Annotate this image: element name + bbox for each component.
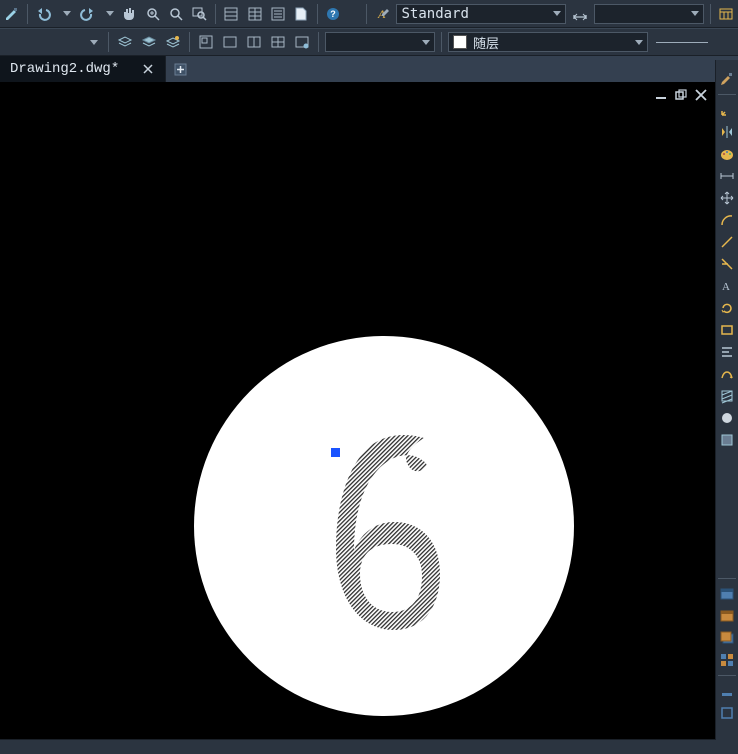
color-dropdown[interactable] <box>325 32 435 52</box>
path-icon[interactable] <box>716 363 738 385</box>
dimension-style-icon[interactable] <box>569 3 590 25</box>
text-style-icon[interactable]: A <box>372 3 393 25</box>
svg-text:?: ? <box>331 9 337 19</box>
toolbar-separator <box>317 4 318 24</box>
toolbar-separator <box>366 4 367 24</box>
block-icon[interactable] <box>716 429 738 451</box>
toolbar-separator <box>215 4 216 24</box>
tab-title: Drawing2.dwg* <box>10 61 119 77</box>
linetype-label: 随层 <box>473 33 499 52</box>
circle-fill-icon[interactable] <box>716 407 738 429</box>
toolbar-separator <box>108 32 109 52</box>
rotate-cw-icon[interactable] <box>716 297 738 319</box>
text-style-dropdown[interactable]: Standard <box>396 4 566 24</box>
status-bar <box>0 739 716 754</box>
window3-icon[interactable] <box>716 627 738 649</box>
viewport-c-icon[interactable] <box>243 31 265 53</box>
dim-style-dropdown[interactable] <box>594 4 704 24</box>
toolbar-separator <box>27 4 28 24</box>
help-icon[interactable]: ? <box>323 3 344 25</box>
sheet-icon[interactable] <box>290 3 311 25</box>
align-icon[interactable] <box>716 341 738 363</box>
table-single-icon[interactable] <box>221 3 242 25</box>
svg-text:A: A <box>722 281 730 293</box>
arc-icon[interactable] <box>716 209 738 231</box>
palette-icon[interactable] <box>716 143 738 165</box>
redo-history-dropdown[interactable] <box>100 4 116 24</box>
undo-history-dropdown[interactable] <box>57 4 73 24</box>
window2-icon[interactable] <box>716 605 738 627</box>
viewport-b-icon[interactable] <box>219 31 241 53</box>
pan-icon[interactable] <box>119 3 140 25</box>
model-space-canvas[interactable] <box>0 82 716 740</box>
list-icon[interactable] <box>267 3 288 25</box>
hatch-icon[interactable] <box>716 385 738 407</box>
lineweight-preview <box>656 42 708 43</box>
viewport-e-icon[interactable] <box>291 31 313 53</box>
minimize-all-icon[interactable] <box>716 680 738 702</box>
toolbar-separator <box>189 32 190 52</box>
app-paint-icon[interactable] <box>1 3 22 25</box>
layer-next-icon[interactable] <box>162 31 184 53</box>
document-tabs: Drawing2.dwg* <box>0 56 738 83</box>
restore-all-icon[interactable] <box>716 702 738 724</box>
move-icon[interactable] <box>716 187 738 209</box>
table-grid-icon[interactable] <box>244 3 265 25</box>
main-toolbar-row-1: ? A Standard <box>0 0 738 28</box>
main-toolbar-row-2: 随层 <box>0 28 738 56</box>
dim-icon[interactable] <box>716 165 738 187</box>
selection-grip[interactable] <box>331 448 340 457</box>
layer-current-icon[interactable] <box>138 31 160 53</box>
tile-icon[interactable] <box>716 649 738 671</box>
tab-close-icon[interactable] <box>141 62 155 76</box>
linetype-dropdown[interactable]: 随层 <box>448 32 648 52</box>
paint-brush-icon[interactable] <box>716 68 738 90</box>
rect-icon[interactable] <box>716 319 738 341</box>
wcs-icon[interactable] <box>716 99 738 121</box>
zoom-tool-icon[interactable] <box>165 3 186 25</box>
color-swatch-icon <box>453 35 467 49</box>
annotate-icon[interactable]: A <box>716 275 738 297</box>
mirror-icon[interactable] <box>716 121 738 143</box>
tab-drawing2[interactable]: Drawing2.dwg* <box>0 56 166 82</box>
table-style-icon[interactable] <box>716 3 737 25</box>
redo-button[interactable] <box>76 3 97 25</box>
toolbar-separator <box>441 32 442 52</box>
drawing-area[interactable] <box>0 82 716 740</box>
line-icon[interactable] <box>716 231 738 253</box>
right-toolbar: A <box>715 60 738 754</box>
tab-add-button[interactable] <box>166 56 196 82</box>
window1-icon[interactable] <box>716 583 738 605</box>
undo-button[interactable] <box>33 3 54 25</box>
viewport-a-icon[interactable] <box>195 31 217 53</box>
toolbar-separator <box>318 32 319 52</box>
zoom-extents-icon[interactable] <box>142 3 163 25</box>
zoom-window-icon[interactable] <box>189 3 210 25</box>
circle-object[interactable] <box>194 336 574 716</box>
layer-dropdown-small[interactable] <box>2 32 102 52</box>
viewport-d-icon[interactable] <box>267 31 289 53</box>
text-style-value: Standard <box>401 6 468 22</box>
trim-tool-icon[interactable] <box>716 253 738 275</box>
layer-prev-icon[interactable] <box>114 31 136 53</box>
toolbar-separator <box>710 4 711 24</box>
